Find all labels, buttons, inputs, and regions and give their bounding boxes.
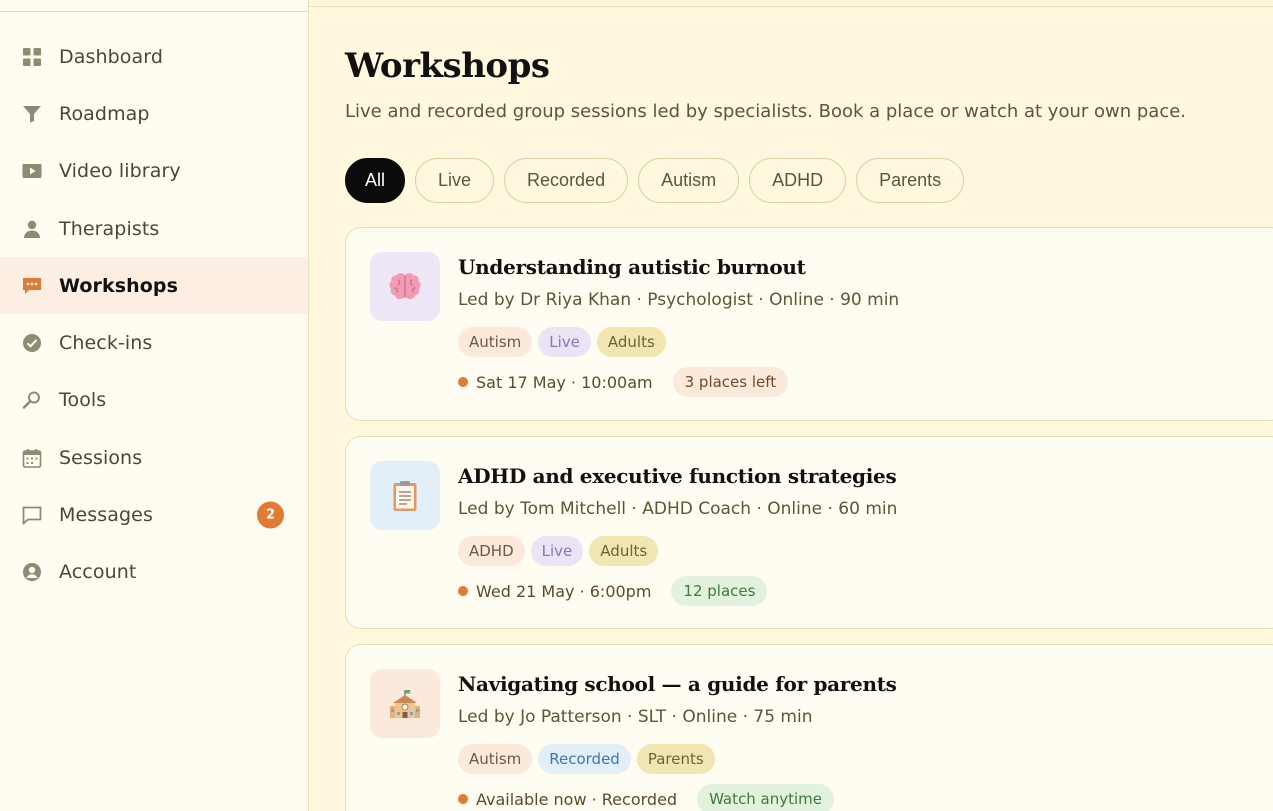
status-dot — [458, 794, 468, 804]
workshop-tags: Autism Live Adults — [458, 327, 666, 357]
topic-tag: Autism — [458, 744, 533, 774]
sidebar-item-account[interactable]: Account — [0, 544, 308, 601]
unread-count-badge: 2 — [257, 501, 284, 529]
sidebar-item-workshops[interactable]: Workshops — [0, 257, 308, 315]
sidebar-item-video-library[interactable]: Video library — [0, 143, 308, 200]
magnifier-icon — [22, 390, 42, 410]
grid-icon — [22, 47, 42, 67]
main-content: Workshops Live and recorded group sessio… — [309, 0, 1273, 811]
sidebar-nav: Dashboard Roadmap Video library Therapis… — [0, 28, 308, 601]
availability-badge: 3 places left — [672, 367, 789, 397]
sidebar-item-roadmap[interactable]: Roadmap — [0, 85, 308, 142]
status-dot — [458, 586, 468, 596]
funnel-icon — [22, 104, 42, 124]
clipboard-icon — [370, 461, 440, 530]
calendar-icon — [22, 448, 42, 468]
filter-recorded[interactable]: Recorded — [504, 158, 629, 203]
header-divider — [309, 6, 1273, 7]
person-icon — [22, 219, 42, 239]
sidebar-item-label: Sessions — [59, 446, 143, 469]
workshop-schedule: Available now · Recorded Watch anytime — [458, 784, 834, 811]
audience-tag: Adults — [589, 536, 659, 566]
workshop-title[interactable]: Navigating school — a guide for parents — [458, 672, 897, 696]
filter-parents[interactable]: Parents — [856, 158, 965, 203]
message-icon — [22, 505, 42, 525]
audience-tag: Adults — [596, 327, 666, 357]
school-icon — [370, 669, 440, 738]
topic-tag: Autism — [458, 327, 533, 357]
workshop-date: Wed 21 May · 6:00pm — [476, 581, 652, 601]
sidebar-item-dashboard[interactable]: Dashboard — [0, 28, 308, 85]
workshop-title[interactable]: Understanding autistic burnout — [458, 255, 806, 279]
sidebar-item-label: Account — [59, 561, 137, 584]
sidebar-item-check-ins[interactable]: Check-ins — [0, 314, 308, 371]
format-tag: Live — [530, 536, 584, 566]
workshop-meta: Led by Dr Riya Khan · Psychologist · Onl… — [458, 290, 900, 310]
sidebar: Dashboard Roadmap Video library Therapis… — [0, 0, 309, 811]
availability-badge: Watch anytime — [697, 784, 834, 811]
sidebar-item-label: Workshops — [59, 274, 179, 297]
filter-live[interactable]: Live — [415, 158, 495, 203]
status-dot — [458, 377, 468, 387]
filter-chips: All Live Recorded Autism ADHD Parents — [345, 158, 965, 203]
availability-badge: 12 places — [671, 576, 768, 606]
workshop-tags: Autism Recorded Parents — [458, 744, 715, 774]
workshop-schedule: Wed 21 May · 6:00pm 12 places — [458, 576, 768, 606]
workshop-card[interactable]: Navigating school — a guide for parents … — [345, 644, 1273, 811]
format-tag: Live — [538, 327, 591, 357]
audience-tag: Parents — [636, 744, 715, 774]
sidebar-item-label: Check-ins — [59, 332, 153, 355]
sidebar-item-label: Messages — [59, 504, 153, 527]
filter-autism[interactable]: Autism — [638, 158, 740, 203]
workshop-card[interactable]: ADHD and executive function strategies L… — [345, 436, 1273, 629]
page-subtitle: Live and recorded group sessions led by … — [345, 101, 1187, 122]
sidebar-item-label: Therapists — [59, 217, 160, 240]
sidebar-item-messages[interactable]: Messages 2 — [0, 486, 308, 543]
sidebar-item-sessions[interactable]: Sessions — [0, 429, 308, 486]
sidebar-item-label: Dashboard — [59, 45, 163, 68]
filter-all[interactable]: All — [345, 158, 406, 203]
workshop-date: Sat 17 May · 10:00am — [476, 372, 653, 392]
sidebar-item-tools[interactable]: Tools — [0, 372, 308, 429]
workshop-date: Available now · Recorded — [476, 789, 678, 809]
sidebar-item-label: Tools — [59, 389, 107, 412]
account-icon — [22, 562, 42, 582]
sidebar-item-therapists[interactable]: Therapists — [0, 200, 308, 257]
topic-tag: ADHD — [458, 536, 525, 566]
check-circle-icon — [22, 333, 42, 353]
workshop-card[interactable]: Understanding autistic burnout Led by Dr… — [345, 227, 1273, 421]
sidebar-item-label: Roadmap — [59, 102, 150, 125]
workshop-meta: Led by Tom Mitchell · ADHD Coach · Onlin… — [458, 499, 898, 519]
workshop-title[interactable]: ADHD and executive function strategies — [458, 464, 897, 488]
sidebar-item-label: Video library — [59, 160, 181, 183]
page-title: Workshops — [345, 46, 550, 86]
sidebar-divider — [0, 11, 308, 12]
workshop-meta: Led by Jo Patterson · SLT · Online · 75 … — [458, 707, 813, 727]
play-icon — [22, 161, 42, 181]
chat-dots-icon — [22, 276, 42, 296]
filter-adhd[interactable]: ADHD — [749, 158, 847, 203]
format-tag: Recorded — [538, 744, 631, 774]
workshop-tags: ADHD Live Adults — [458, 536, 659, 566]
brain-icon — [370, 252, 440, 321]
workshop-schedule: Sat 17 May · 10:00am 3 places left — [458, 367, 789, 397]
